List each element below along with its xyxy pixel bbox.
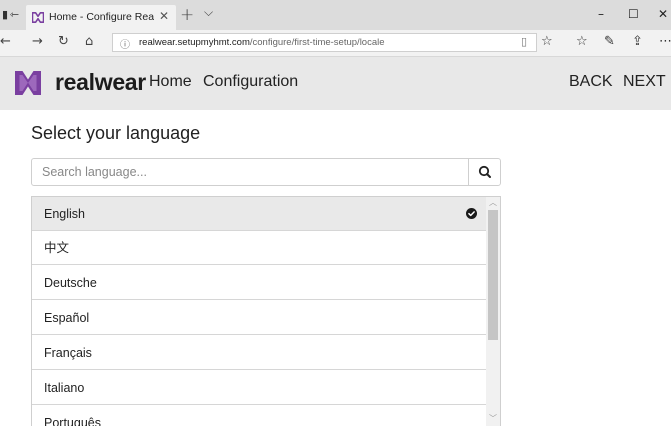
scroll-up-icon[interactable]: ︿ — [486, 197, 500, 209]
tab-actions-icon[interactable]: ▮ — [2, 8, 8, 21]
search-input[interactable] — [32, 159, 468, 185]
home-icon[interactable]: ⌂ — [85, 34, 93, 49]
favorites-list-icon[interactable]: ☆ — [576, 34, 588, 49]
language-label: Português — [44, 416, 101, 426]
more-options-icon[interactable]: ⋯ — [659, 34, 671, 49]
language-label: Deutsche — [44, 276, 97, 290]
brand-name[interactable]: realwear — [55, 69, 146, 96]
back-arrow-icon[interactable]: ← — [0, 34, 11, 49]
search-icon — [478, 165, 491, 178]
language-label: English — [44, 207, 85, 221]
maximize-icon[interactable]: ☐ — [628, 7, 639, 21]
favorite-star-icon[interactable]: ☆ — [541, 34, 553, 49]
forward-arrow-icon[interactable]: → — [32, 34, 43, 49]
realwear-logo-icon[interactable] — [13, 69, 43, 97]
language-label: Français — [44, 346, 92, 360]
close-window-icon[interactable]: ✕ — [658, 7, 668, 21]
check-circle-icon — [466, 208, 477, 219]
page-title: Select your language — [31, 123, 201, 143]
language-label: Italiano — [44, 381, 85, 395]
address-bar[interactable]: ⓘ realwear.setupmyhmt.com/configure/firs… — [112, 33, 537, 52]
tab-title: Home - Configure RealW — [49, 11, 154, 23]
address-url[interactable]: realwear.setupmyhmt.com/configure/first-… — [139, 37, 385, 48]
set-tabs-aside-icon[interactable]: ⇽ — [10, 8, 19, 21]
language-item-french[interactable]: Français — [32, 336, 486, 370]
language-item-spanish[interactable]: Español — [32, 301, 486, 335]
new-tab-icon[interactable]: + — [180, 5, 194, 25]
next-button[interactable]: NEXT — [623, 73, 666, 91]
share-icon[interactable]: ⇪ — [632, 34, 643, 49]
language-item-english[interactable]: English — [32, 197, 486, 231]
search-button[interactable] — [468, 159, 500, 185]
refresh-icon[interactable]: ↻ — [58, 34, 69, 49]
address-path: /configure/first-time-setup/locale — [249, 37, 385, 48]
info-icon[interactable]: ⓘ — [120, 36, 130, 51]
close-tab-icon[interactable]: ✕ — [159, 9, 169, 23]
browser-tab-strip: ▮ ⇽ Home - Configure RealW ✕ + ⌵ – ☐ ✕ — [0, 0, 671, 30]
language-label: 中文 — [44, 241, 70, 255]
list-scrollbar[interactable]: ︿ ﹀ — [486, 197, 500, 426]
language-label: Español — [44, 311, 90, 325]
nav-home-link[interactable]: Home — [149, 73, 192, 91]
nav-configuration-link[interactable]: Configuration — [203, 73, 298, 91]
language-item-portuguese[interactable]: Português — [32, 406, 486, 426]
scrollbar-thumb[interactable] — [488, 210, 498, 340]
language-item-italian[interactable]: Italiano — [32, 371, 486, 405]
minimize-icon[interactable]: – — [598, 7, 604, 21]
browser-tab[interactable]: Home - Configure RealW ✕ — [26, 5, 176, 30]
address-host: realwear.setupmyhmt.com — [139, 37, 250, 48]
chevron-down-icon[interactable]: ⌵ — [204, 5, 213, 20]
scroll-down-icon[interactable]: ﹀ — [486, 413, 500, 425]
browser-nav-bar: ← → ↻ ⌂ ⓘ realwear.setupmyhmt.com/config… — [0, 30, 671, 57]
reading-view-icon[interactable]: ▯ — [521, 35, 527, 48]
language-item-chinese[interactable]: 中文 — [32, 231, 486, 265]
back-button[interactable]: BACK — [569, 73, 613, 91]
language-item-german[interactable]: Deutsche — [32, 266, 486, 300]
realwear-favicon-icon — [32, 12, 44, 23]
web-note-pen-icon[interactable]: ✎ — [604, 34, 615, 49]
language-search — [31, 158, 501, 186]
language-list: English 中文 Deutsche Español Français Ita… — [31, 196, 501, 426]
app-header: realwear Home Configuration BACK NEXT — [0, 57, 671, 110]
